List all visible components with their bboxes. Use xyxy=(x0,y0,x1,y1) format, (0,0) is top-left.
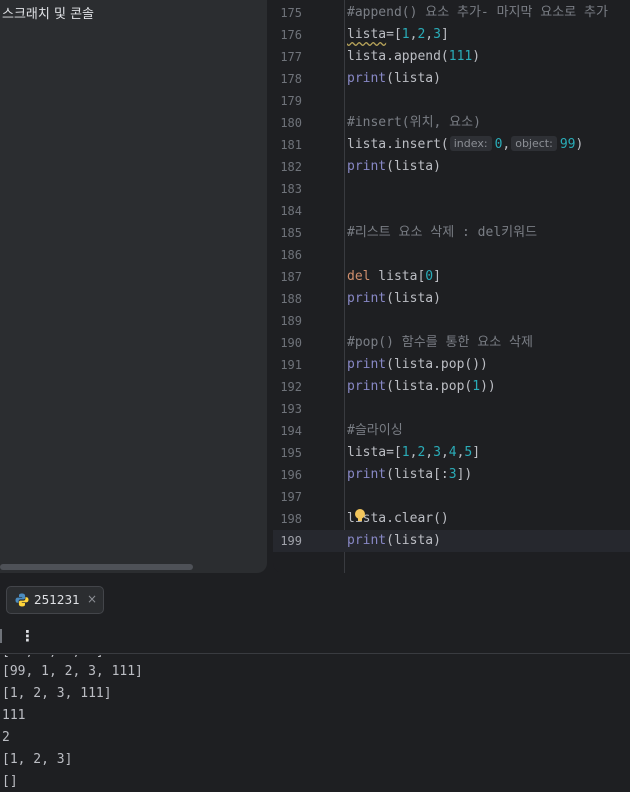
console-line-partial: [ , , , ] xyxy=(2,655,104,661)
code-line[interactable]: 186 xyxy=(273,244,630,266)
code-line[interactable]: 196 print(lista[:3]) xyxy=(273,464,630,486)
comment: #insert(위치, 요소) xyxy=(347,115,481,130)
code-line[interactable]: 198 lista.clear() xyxy=(273,508,630,530)
line-number: 196 xyxy=(280,468,302,482)
code-line[interactable]: 193 xyxy=(273,398,630,420)
comment: #append() 요소 추가- 마지막 요소로 추가 xyxy=(347,5,608,20)
line-number: 188 xyxy=(280,292,302,306)
line-number: 180 xyxy=(280,116,302,130)
comment: #슬라이싱 xyxy=(347,423,403,438)
code-line[interactable]: 191 print(lista.pop()) xyxy=(273,354,630,376)
code-line[interactable]: 194 #슬라이싱 xyxy=(273,420,630,442)
line-number: 175 xyxy=(280,6,302,20)
line-number: 182 xyxy=(280,160,302,174)
code-text: del lista[0] xyxy=(347,269,441,284)
console-line: [1, 2, 3, 111] xyxy=(2,686,112,701)
code-line[interactable]: 188 print(lista) xyxy=(273,288,630,310)
code-line[interactable]: 192 print(lista.pop(1)) xyxy=(273,376,630,398)
current-code-line[interactable]: 199 print(lista) xyxy=(273,530,630,552)
line-number: 193 xyxy=(280,402,302,416)
line-number: 192 xyxy=(280,380,302,394)
line-number: 176 xyxy=(280,28,302,42)
code-line[interactable]: 197 xyxy=(273,486,630,508)
console-line: [99, 1, 2, 3, 111] xyxy=(2,664,143,679)
line-number: 185 xyxy=(280,226,302,240)
code-line[interactable]: 195 lista=[1,2,3,4,5] xyxy=(273,442,630,464)
line-number: 178 xyxy=(280,72,302,86)
toolbar-separator xyxy=(0,629,2,643)
code-line[interactable]: 182 print(lista) xyxy=(273,156,630,178)
code-editor[interactable]: 175 #append() 요소 추가- 마지막 요소로 추가 176 list… xyxy=(273,0,630,573)
code-line[interactable]: 179 xyxy=(273,90,630,112)
code-text: print(lista.pop(1)) xyxy=(347,379,496,394)
parameter-hint: index: xyxy=(449,136,492,151)
run-panel: 251231 × ⋮ [ , , , ] [99, 1, 2, 3, 111] … xyxy=(0,578,630,792)
code-line[interactable]: 181 lista.insert(index: 0, object: 99) xyxy=(273,134,630,156)
line-number: 183 xyxy=(280,182,302,196)
run-tab-label: 251231 xyxy=(34,593,80,607)
code-line[interactable]: 190 #pop() 함수를 통한 요소 삭제 xyxy=(273,332,630,354)
line-number: 199 xyxy=(280,534,302,548)
console-line: [] xyxy=(2,774,18,789)
code-text: print(lista) xyxy=(347,291,441,306)
line-number: 186 xyxy=(280,248,302,262)
code-text: lista.append(111) xyxy=(347,49,481,64)
code-line[interactable]: 183 xyxy=(273,178,630,200)
code-line[interactable]: 175 #append() 요소 추가- 마지막 요소로 추가 xyxy=(273,2,630,24)
close-icon[interactable]: × xyxy=(87,591,97,607)
line-number: 189 xyxy=(280,314,302,328)
line-number: 190 xyxy=(280,336,302,350)
code-line[interactable]: 187 del lista[0] xyxy=(273,266,630,288)
line-number: 181 xyxy=(280,138,302,152)
line-number: 177 xyxy=(280,50,302,64)
horizontal-scrollbar[interactable] xyxy=(0,564,193,570)
comment: #pop() 함수를 통한 요소 삭제 xyxy=(347,335,533,350)
code-text: lista.insert(index: 0, object: 99) xyxy=(347,136,584,152)
code-text: print(lista) xyxy=(347,71,441,86)
code-text: print(lista) xyxy=(347,533,441,548)
code-line[interactable]: 184 xyxy=(273,200,630,222)
line-number: 179 xyxy=(280,94,302,108)
more-options-icon[interactable]: ⋮ xyxy=(20,627,35,645)
python-icon xyxy=(15,593,29,607)
code-line[interactable]: 180 #insert(위치, 요소) xyxy=(273,112,630,134)
code-text: print(lista.pop()) xyxy=(347,357,488,372)
comment: #리스트 요소 삭제 : del키워드 xyxy=(347,225,538,240)
code-text: lista=[1,2,3,4,5] xyxy=(347,445,481,460)
toolbar-divider xyxy=(0,653,630,654)
run-tab[interactable]: 251231 × xyxy=(6,586,104,614)
line-number: 194 xyxy=(280,424,302,438)
code-line[interactable]: 178 print(lista) xyxy=(273,68,630,90)
line-number: 197 xyxy=(280,490,302,504)
code-text: lista=[1,2,3] xyxy=(347,27,449,42)
code-text: print(lista[:3]) xyxy=(347,467,473,482)
code-line[interactable]: 185 #리스트 요소 삭제 : del키워드 xyxy=(273,222,630,244)
code-line[interactable]: 189 xyxy=(273,310,630,332)
console-output[interactable]: [ , , , ] [99, 1, 2, 3, 111] [1, 2, 3, 1… xyxy=(0,655,630,792)
scratches-and-consoles-item[interactable]: 스크래치 및 콘솔 xyxy=(2,6,94,24)
line-number: 187 xyxy=(280,270,302,284)
line-number: 184 xyxy=(280,204,302,218)
console-line: [1, 2, 3] xyxy=(2,752,73,767)
console-line: 2 xyxy=(2,730,10,745)
code-line[interactable]: 176 lista=[1,2,3] xyxy=(273,24,630,46)
console-line: 111 xyxy=(2,708,26,723)
line-number: 195 xyxy=(280,446,302,460)
line-number: 191 xyxy=(280,358,302,372)
parameter-hint: object: xyxy=(511,136,557,151)
code-line[interactable]: 177 lista.append(111) xyxy=(273,46,630,68)
project-panel: 스크래치 및 콘솔 xyxy=(0,0,267,573)
code-text: print(lista) xyxy=(347,159,441,174)
line-number: 198 xyxy=(280,512,302,526)
